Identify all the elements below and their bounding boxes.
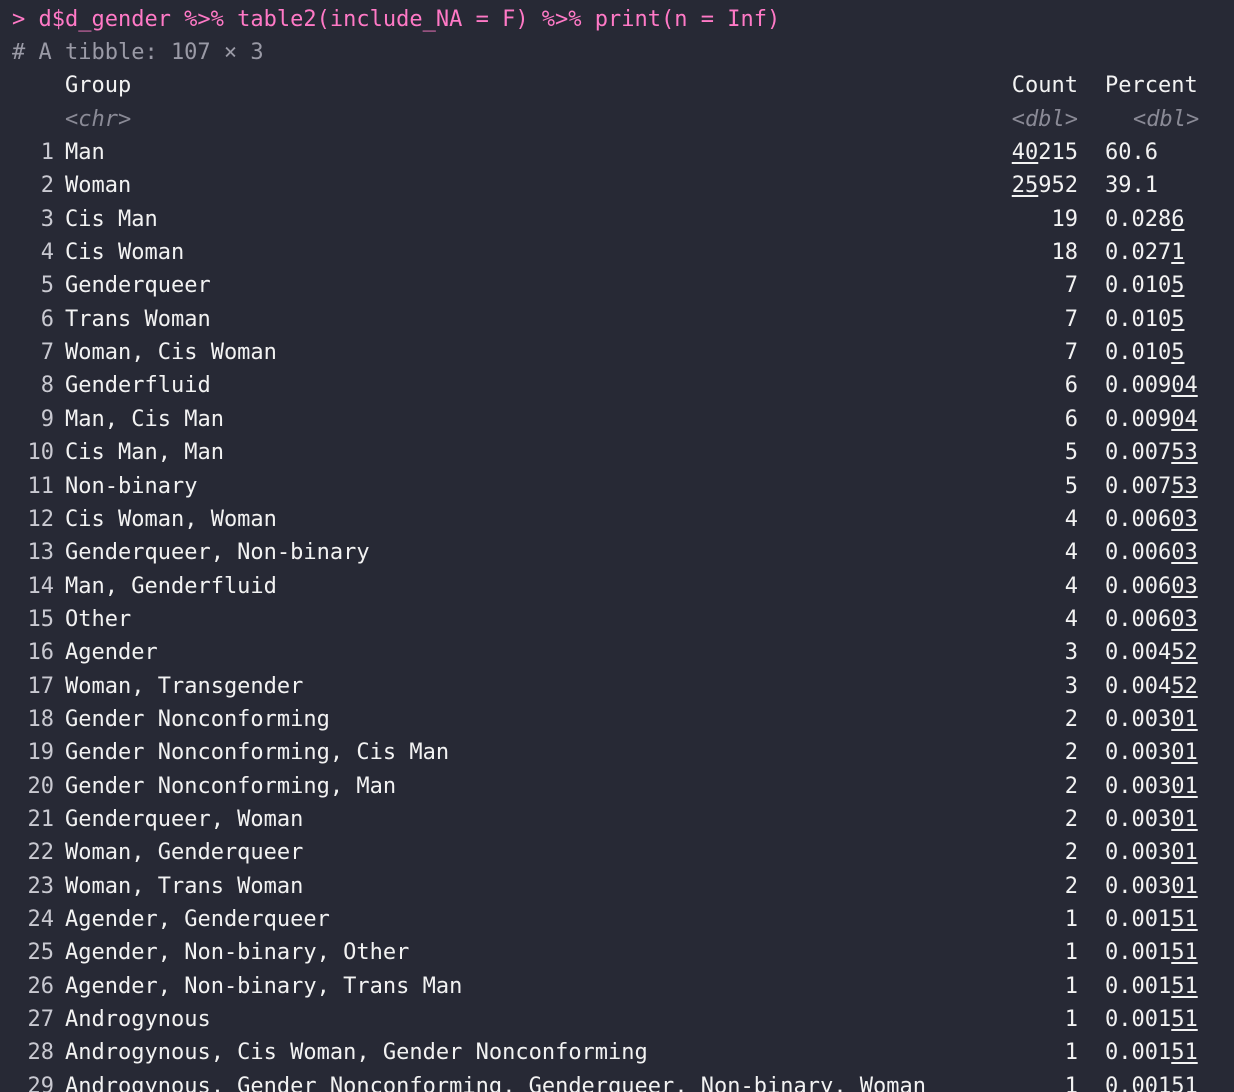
table-row: 13 Genderqueer, Non-binary 4 0.00603: [0, 536, 1234, 569]
row-count: 1: [1064, 1040, 1078, 1066]
row-percent: 0.00151: [1105, 940, 1198, 966]
row-percent: 0.00301: [1105, 807, 1198, 832]
table-row: 2 Woman 25952 39.1: [0, 169, 1234, 202]
row-percent: 39.1: [1105, 173, 1158, 199]
table-row: 15 Other 4 0.00603: [0, 603, 1234, 636]
table-row: 14 Man, Genderfluid 4 0.00603: [0, 570, 1234, 603]
row-percent: 0.0105: [1105, 340, 1185, 366]
type-percent: <dbl>: [1133, 107, 1200, 132]
header-percent: Percent: [1105, 73, 1198, 98]
table-row: 22 Woman, Genderqueer 2 0.00301: [0, 836, 1234, 869]
row-percent: 0.00603: [1105, 573, 1198, 599]
row-percent: 0.00151: [1105, 907, 1198, 933]
type-count: <dbl>: [1011, 107, 1078, 132]
table-row: 5 Genderqueer 7 0.0105: [0, 269, 1234, 302]
row-percent: 0.00301: [1105, 740, 1198, 766]
header-count: Count: [1011, 73, 1078, 98]
row-percent: 60.6: [1105, 140, 1158, 165]
command-line[interactable]: > d$d_gender %>% table2(include_NA = F) …: [12, 3, 780, 36]
row-count: 7: [1064, 306, 1078, 332]
row-count: 1: [1064, 1073, 1078, 1092]
table-row: 28 Androgynous, Cis Woman, Gender Nonconf…: [0, 1036, 1234, 1069]
table-row: 24 Agender, Genderqueer 1 0.00151: [0, 903, 1234, 936]
row-percent: 0.00151: [1105, 1073, 1198, 1092]
row-count: 2: [1064, 706, 1078, 732]
row-count: 4: [1064, 573, 1078, 599]
column-types: <chr> <dbl> <dbl>: [0, 103, 1234, 136]
row-count: 4: [1064, 506, 1078, 532]
table-row: 3 Cis Man 19 0.0286: [0, 203, 1234, 236]
table-row: 8 Genderfluid 6 0.00904: [0, 369, 1234, 402]
row-count: 3: [1064, 673, 1078, 699]
table-row: 4 Cis Woman 18 0.0271: [0, 236, 1234, 269]
row-percent: 0.00753: [1105, 473, 1198, 499]
row-percent: 0.0105: [1105, 273, 1185, 299]
table-row: 9 Man, Cis Man 6 0.00904: [0, 403, 1234, 436]
row-count: 6: [1064, 373, 1078, 399]
row-percent: 0.00904: [1105, 373, 1198, 399]
row-count: 18: [1051, 240, 1079, 266]
table-header: Group Count Percent: [0, 69, 1234, 102]
row-count: 3: [1064, 640, 1078, 666]
table-row: 17 Woman, Transgender 3 0.00452: [0, 670, 1234, 703]
table-row: 12 Cis Woman, Woman 4 0.00603: [0, 503, 1234, 536]
row-count: 2: [1064, 807, 1078, 832]
row-count: 7: [1064, 340, 1078, 366]
r-console-output[interactable]: > d$d_gender %>% table2(include_NA = F) …: [0, 0, 1234, 1092]
row-percent: 0.00603: [1105, 506, 1198, 532]
row-percent: 0.00603: [1105, 540, 1198, 566]
row-percent: 0.00151: [1105, 1040, 1198, 1066]
table-row: 16 Agender 3 0.00452: [0, 636, 1234, 669]
row-percent: 0.00452: [1105, 673, 1198, 699]
row-count: 25952: [1011, 173, 1078, 199]
row-count: 1: [1064, 1007, 1078, 1033]
row-count: 1: [1064, 907, 1078, 933]
row-count: 40215: [1011, 140, 1078, 165]
table-row: 10 Cis Man, Man 5 0.00753: [0, 436, 1234, 469]
row-percent: 0.00151: [1105, 1007, 1198, 1033]
table-row: 7 Woman, Cis Woman 7 0.0105: [0, 336, 1234, 369]
row-count: 1: [1064, 973, 1078, 999]
tibble-summary: # A tibble: 107 × 3: [12, 40, 264, 65]
table-row: 19 Gender Nonconforming, Cis Man 2 0.00301: [0, 736, 1234, 769]
row-percent: 0.00301: [1105, 773, 1198, 799]
table-row: 20 Gender Nonconforming, Man 2 0.00301: [0, 770, 1234, 803]
row-percent: 0.00301: [1105, 840, 1198, 866]
table-row: 26 Agender, Non-binary, Trans Man 1 0.00151: [0, 970, 1234, 1003]
row-count: 2: [1064, 873, 1078, 899]
table-row: 21 Genderqueer, Woman 2 0.00301: [0, 803, 1234, 836]
row-count: 2: [1064, 773, 1078, 799]
row-percent: 0.00603: [1105, 606, 1198, 632]
table-row: 27 Androgynous 1 0.00151: [0, 1003, 1234, 1036]
row-percent: 0.00452: [1105, 640, 1198, 666]
row-percent: 0.00904: [1105, 406, 1198, 432]
table-row: 18 Gender Nonconforming 2 0.00301: [0, 703, 1234, 736]
row-percent: 0.0271: [1105, 240, 1185, 266]
row-percent: 0.00301: [1105, 873, 1198, 899]
row-count: 5: [1064, 440, 1078, 466]
row-percent: 0.00301: [1105, 706, 1198, 732]
table-row: 25 Agender, Non-binary, Other 1 0.00151: [0, 936, 1234, 969]
row-count: 7: [1064, 273, 1078, 299]
row-count: 5: [1064, 473, 1078, 499]
table-row: 29 Androgynous, Gender Nonconforming, Gen…: [0, 1070, 1234, 1092]
row-count: 4: [1064, 540, 1078, 566]
row-count: 19: [1051, 206, 1079, 232]
row-percent: 0.0105: [1105, 306, 1185, 332]
row-count: 4: [1064, 606, 1078, 632]
row-count: 2: [1064, 740, 1078, 766]
row-percent: 0.00753: [1105, 440, 1198, 466]
row-percent: 0.00151: [1105, 973, 1198, 999]
row-count: 6: [1064, 406, 1078, 432]
row-count: 2: [1064, 840, 1078, 866]
table-row: 6 Trans Woman 7 0.0105: [0, 303, 1234, 336]
row-percent: 0.0286: [1105, 206, 1185, 232]
table-row: 1 Man 40215 60.6: [0, 136, 1234, 169]
table-row: 11 Non-binary 5 0.00753: [0, 470, 1234, 503]
row-count: 1: [1064, 940, 1078, 966]
table-row: 23 Woman, Trans Woman 2 0.00301: [0, 870, 1234, 903]
